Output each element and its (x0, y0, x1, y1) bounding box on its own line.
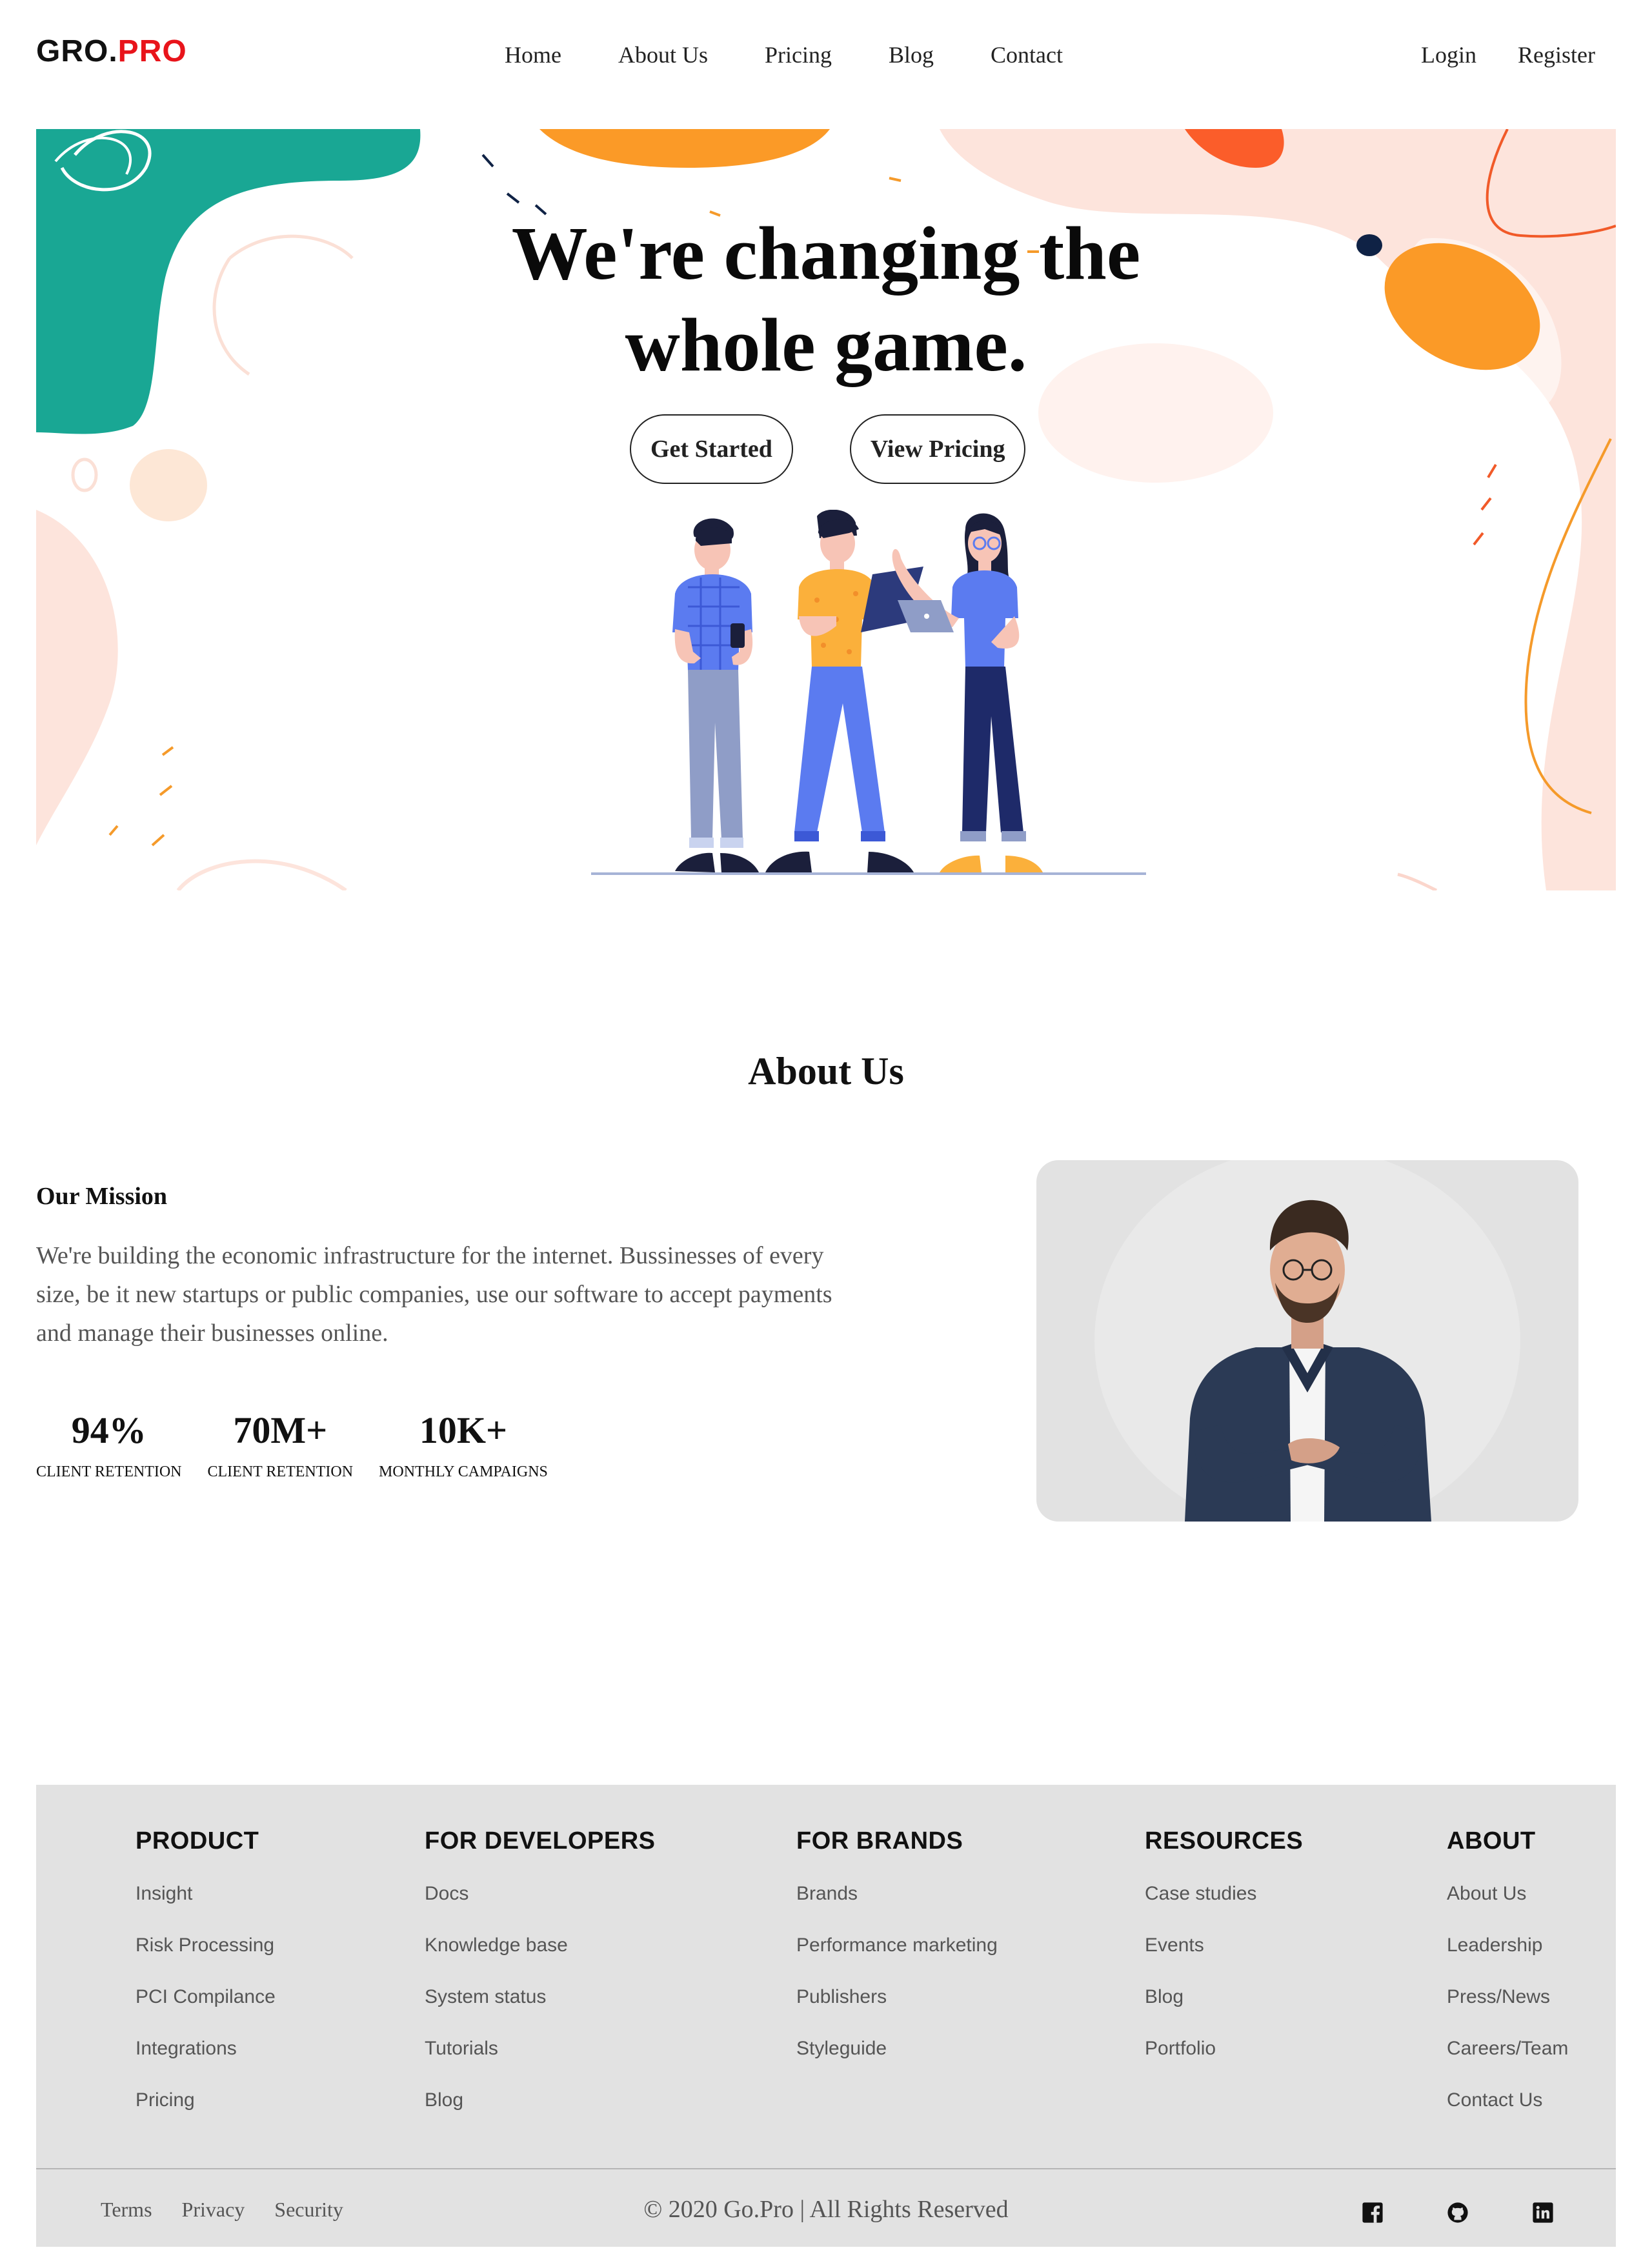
footer-link-blog[interactable]: Blog (1145, 1984, 1303, 2036)
footer-link-brands[interactable]: Brands (796, 1881, 998, 1933)
person-left-illustration (672, 518, 759, 872)
auth-nav: Login Register (1421, 41, 1637, 68)
logo-text: GRO. (36, 34, 118, 68)
nav-home-link[interactable]: Home (505, 41, 561, 68)
stat-label: MONTHLY CAMPAIGNS (379, 1463, 548, 1480)
footer-link-press-news[interactable]: Press/News (1447, 1984, 1568, 2036)
stat-item: 70M+ CLIENT RETENTION (208, 1408, 354, 1481)
login-link[interactable]: Login (1421, 41, 1476, 68)
stat-label: CLIENT RETENTION (207, 1463, 354, 1480)
footer-column-title: FOR DEVELOPERS (425, 1827, 656, 1854)
footer-link-portfolio[interactable]: Portfolio (1145, 2036, 1303, 2087)
footer-link-events[interactable]: Events (1145, 1933, 1303, 1984)
stat-item: 94% CLIENT RETENTION (36, 1408, 182, 1481)
footer-link-blog[interactable]: Blog (425, 2087, 656, 2139)
top-navbar: GRO.PRO Home About Us Pricing Blog Conta… (0, 0, 1652, 116)
footer-link-careers-team[interactable]: Careers/Team (1447, 2036, 1568, 2087)
footer-link-tutorials[interactable]: Tutorials (425, 2036, 656, 2087)
person-right-illustration (892, 513, 1043, 872)
stat-value: 10K+ (419, 1409, 508, 1451)
footer-column-title: FOR BRANDS (796, 1827, 963, 1854)
hero-section: We're changing the whole game. Get Start… (36, 129, 1616, 890)
footer-column-title: RESOURCES (1145, 1827, 1304, 1854)
footer-column-brands: FOR BRANDS Brands Performance marketing … (796, 1827, 998, 2087)
team-illustration (591, 510, 1146, 875)
footer-link-contact-us[interactable]: Contact Us (1447, 2087, 1568, 2139)
stat-value: 70M+ (233, 1409, 328, 1451)
linkedin-icon[interactable] (1532, 2202, 1554, 2224)
footer-link-pricing[interactable]: Pricing (136, 2087, 276, 2139)
nav-about-link[interactable]: About Us (618, 41, 708, 68)
stat-label: CLIENT RETENTION (36, 1463, 182, 1480)
footer-link-about-us[interactable]: About Us (1447, 1881, 1568, 1933)
team-member-photo (1036, 1160, 1578, 1522)
footer-link-pci-compliance[interactable]: PCI Compilance (136, 1984, 276, 2036)
hero-title: We're changing the whole game. (36, 208, 1616, 391)
footer-link-insight[interactable]: Insight (136, 1881, 276, 1933)
facebook-icon[interactable] (1362, 2202, 1384, 2224)
footer-column-resources: RESOURCES Case studies Events Blog Portf… (1145, 1827, 1303, 2087)
logo-accent-text: PRO (117, 34, 187, 68)
hero-buttons: Get Started View Pricing (630, 414, 1082, 484)
footer-link-knowledge-base[interactable]: Knowledge base (425, 1933, 656, 1984)
github-icon[interactable] (1447, 2202, 1469, 2224)
social-links (1362, 2202, 1617, 2224)
register-link[interactable]: Register (1518, 41, 1595, 68)
footer-column-product: PRODUCT Insight Risk Processing PCI Comp… (136, 1827, 276, 2139)
footer-link-case-studies[interactable]: Case studies (1145, 1881, 1303, 1933)
stats-row: 94% CLIENT RETENTION 70M+ CLIENT RETENTI… (36, 1408, 574, 1481)
footer-bottom-bar: Terms Privacy Security © 2020 Go.Pro | A… (36, 2168, 1616, 2247)
stat-value: 94% (71, 1409, 146, 1451)
footer-link-publishers[interactable]: Publishers (796, 1984, 998, 2036)
nav-blog-link[interactable]: Blog (889, 41, 934, 68)
footer-link-system-status[interactable]: System status (425, 1984, 656, 2036)
footer-column-title: ABOUT (1447, 1827, 1536, 1854)
stat-item: 10K+ MONTHLY CAMPAIGNS (379, 1408, 548, 1481)
footer-column-developers: FOR DEVELOPERS Docs Knowledge base Syste… (425, 1827, 656, 2139)
hero-title-line-1: We're changing the (511, 211, 1141, 296)
nav-contact-link[interactable]: Contact (991, 41, 1063, 68)
nav-pricing-link[interactable]: Pricing (765, 41, 832, 68)
footer-link-integrations[interactable]: Integrations (136, 2036, 276, 2087)
about-heading: About Us (748, 1050, 904, 1092)
footer: PRODUCT Insight Risk Processing PCI Comp… (36, 1785, 1616, 2247)
person-portrait-illustration (1094, 1160, 1520, 1522)
footer-link-leadership[interactable]: Leadership (1447, 1933, 1568, 1984)
get-started-button[interactable]: Get Started (630, 414, 793, 484)
footer-link-styleguide[interactable]: Styleguide (796, 2036, 998, 2087)
footer-column-title: PRODUCT (136, 1827, 259, 1854)
footer-link-docs[interactable]: Docs (425, 1881, 656, 1933)
footer-column-about: ABOUT About Us Leadership Press/News Car… (1447, 1827, 1568, 2139)
mission-title: Our Mission (36, 1183, 168, 1210)
view-pricing-button[interactable]: View Pricing (849, 414, 1026, 484)
hero-title-line-2: whole game. (625, 303, 1027, 387)
footer-link-risk-processing[interactable]: Risk Processing (136, 1933, 276, 1984)
brand-logo[interactable]: GRO.PRO (36, 34, 187, 69)
main-nav: Home About Us Pricing Blog Contact (505, 41, 1120, 68)
mission-text: We're building the economic infrastructu… (36, 1242, 832, 1347)
footer-link-performance-marketing[interactable]: Performance marketing (796, 1933, 998, 1984)
